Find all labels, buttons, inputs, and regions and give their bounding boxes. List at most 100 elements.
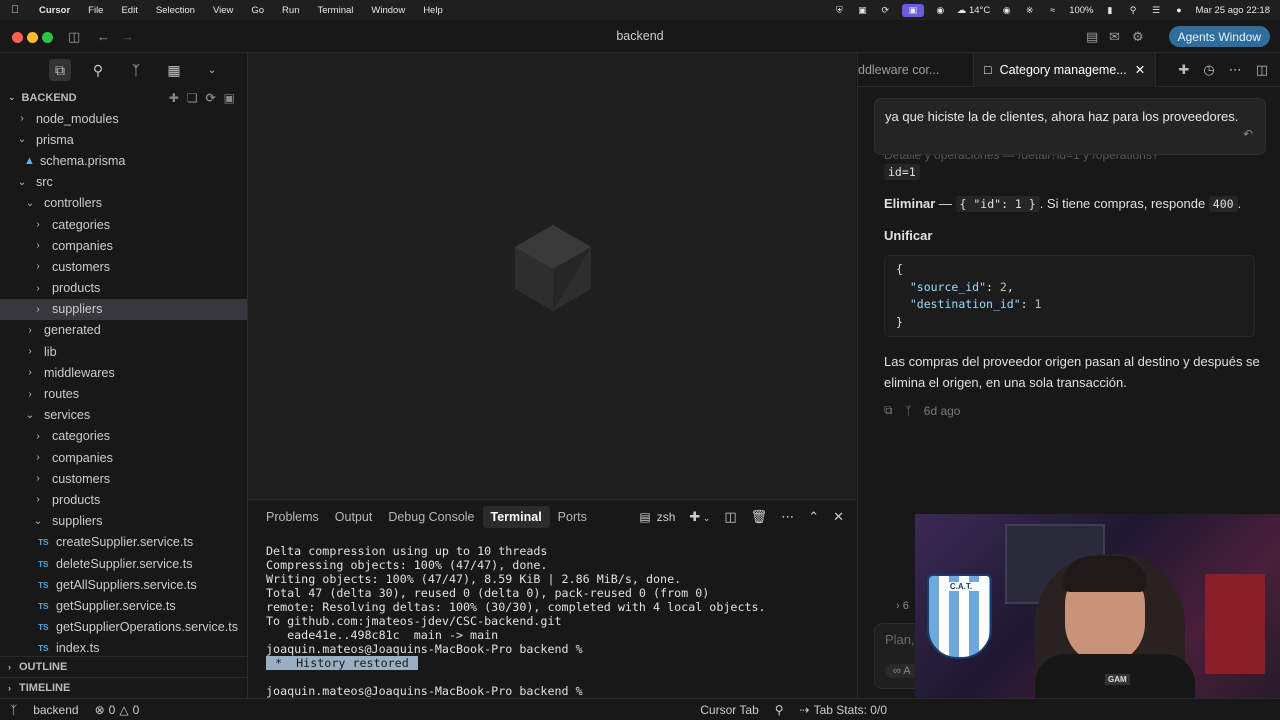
shield-status-icon[interactable]: ⛨ (833, 5, 846, 15)
history-icon[interactable]: ◷ (1203, 62, 1214, 78)
tree-folder-controllers-suppliers[interactable]: › suppliers (0, 298, 247, 320)
json-code-block[interactable]: { "source_id": 2, "destination_id": 1 } (884, 255, 1255, 337)
tree-folder-controllers-customers[interactable]: › customers (0, 256, 247, 277)
tree-folder-controllers[interactable]: ⌄ controllers (0, 193, 247, 214)
chevron-down-icon[interactable]: ⌄ (201, 59, 223, 81)
extensions-icon[interactable]: ▦ (163, 59, 185, 81)
tab-problems[interactable]: Problems (258, 506, 327, 528)
collapsed-changes-row[interactable]: › 6 (896, 600, 909, 612)
more-actions-icon[interactable]: ⋯ (781, 509, 794, 525)
menu-file[interactable]: File (79, 5, 112, 16)
sync-icon[interactable]: ⟳ (879, 5, 892, 15)
minimize-window-button[interactable] (27, 32, 38, 43)
screen-share-icon[interactable]: ▣ (856, 5, 869, 15)
menu-help[interactable]: Help (414, 5, 452, 16)
control-center-icon[interactable]: ☰ (1150, 5, 1163, 15)
tree-folder-services-categories[interactable]: › categories (0, 426, 247, 447)
tab-terminal[interactable]: Terminal (482, 506, 550, 528)
tree-folder-controllers-companies[interactable]: › companies (0, 235, 247, 256)
tree-file-get-supplier[interactable]: TS getSupplier.service.ts (0, 595, 247, 616)
recording-icon[interactable]: ▣ (901, 3, 924, 17)
remote-icon[interactable]: ᛉ (0, 703, 25, 717)
user-icon[interactable]: ● (1173, 5, 1186, 15)
close-panel-icon[interactable]: ✕ (833, 509, 844, 525)
chat-icon[interactable]: ✉ (1109, 29, 1120, 45)
tree-folder-src[interactable]: ⌄ src (0, 172, 247, 193)
explorer-files-icon[interactable]: ⧉ (49, 59, 71, 81)
new-folder-icon[interactable]: ❏ (187, 91, 198, 105)
spotlight-search-icon[interactable]: ⚲ (1127, 5, 1140, 15)
menu-view[interactable]: View (204, 5, 242, 16)
revert-icon[interactable]: ↶ (1243, 124, 1253, 145)
back-arrow-icon[interactable]: ← (97, 29, 110, 44)
terminal-output[interactable]: Delta compression using up to 10 threads… (248, 534, 856, 698)
tab-ports[interactable]: Ports (550, 506, 595, 528)
close-window-button[interactable] (12, 32, 23, 43)
forward-arrow-icon[interactable]: → (121, 29, 134, 44)
split-terminal-icon[interactable]: ◫ (724, 509, 736, 525)
tree-file-schema-prisma[interactable]: ▲ schema.prisma (0, 150, 247, 171)
tree-folder-middlewares[interactable]: › middlewares (0, 362, 247, 383)
toggle-sidebar-icon[interactable]: ◫ (68, 29, 80, 45)
layout-icon[interactable]: ▤ (1086, 29, 1098, 45)
tree-file-get-all-suppliers[interactable]: TS getAllSuppliers.service.ts (0, 574, 247, 595)
workspace-status[interactable]: backend (25, 703, 86, 717)
agents-window-button[interactable]: Agents Window (1168, 26, 1270, 47)
headphones-icon[interactable]: ◉ (934, 5, 947, 15)
tree-folder-generated[interactable]: › generated (0, 320, 247, 341)
refresh-icon[interactable]: ⟳ (206, 91, 216, 105)
new-file-icon[interactable]: ✚ (169, 91, 179, 105)
timeline-section-header[interactable]: › TIMELINE (0, 677, 247, 698)
settings-gear-icon[interactable]: ⚙ (1132, 29, 1144, 45)
menu-terminal[interactable]: Terminal (308, 5, 362, 16)
tree-folder-services-companies[interactable]: › companies (0, 447, 247, 468)
tree-folder-routes[interactable]: › routes (0, 383, 247, 404)
tab-debug-console[interactable]: Debug Console (380, 506, 482, 528)
weather-icon[interactable]: ☁ 14°C (957, 5, 990, 16)
bluetooth-icon[interactable]: ※ (1023, 5, 1036, 15)
maximize-window-button[interactable] (42, 32, 53, 43)
menu-selection[interactable]: Selection (147, 5, 204, 16)
tree-file-create-supplier[interactable]: TS createSupplier.service.ts (0, 532, 247, 553)
tree-folder-services[interactable]: ⌄ services (0, 405, 247, 426)
outline-section-header[interactable]: › OUTLINE (0, 656, 247, 677)
trash-icon[interactable]: 🗑 (751, 509, 768, 525)
chat-tab-middleware[interactable]: ddleware cor... (858, 53, 973, 87)
copy-icon[interactable]: ⧉ (884, 403, 893, 418)
tab-output[interactable]: Output (327, 506, 381, 528)
new-terminal-icon[interactable]: ✚ ⌄ (689, 509, 710, 525)
tree-file-delete-supplier[interactable]: TS deleteSupplier.service.ts (0, 553, 247, 574)
media-icon[interactable]: ◉ (1000, 5, 1013, 15)
user-message-bubble[interactable]: ya que hiciste la de clientes, ahora haz… (874, 98, 1266, 155)
maximize-panel-icon[interactable]: ⌃ (808, 509, 819, 525)
collapse-all-icon[interactable]: ▣ (224, 91, 235, 105)
tree-folder-node-modules[interactable]: › node_modules (0, 108, 247, 129)
source-control-icon[interactable]: ᛉ (125, 59, 147, 81)
tree-folder-lib[interactable]: › lib (0, 341, 247, 362)
menu-window[interactable]: Window (362, 5, 414, 16)
fork-icon[interactable]: ᛉ (905, 404, 912, 418)
tree-folder-services-suppliers[interactable]: ⌄ suppliers (0, 511, 247, 532)
menubar-clock[interactable]: Mar 25 ago 22:18 (1196, 5, 1270, 16)
new-chat-icon[interactable]: ✚ (1178, 62, 1189, 78)
menu-app[interactable]: Cursor (30, 5, 79, 16)
chat-tab-category-management[interactable]: □ Category manageme... ✕ (973, 52, 1157, 87)
toggle-panel-icon[interactable]: ◫ (1256, 62, 1268, 78)
terminal-shell-selector[interactable]: ▤ zsh (639, 510, 675, 524)
editor-area[interactable] (248, 53, 856, 499)
problems-status[interactable]: ⊗ 0 △ 0 (87, 703, 148, 717)
tree-file-get-supplier-operations[interactable]: TS getSupplierOperations.service.ts (0, 617, 247, 638)
zoom-search-icon[interactable]: ⚲ (767, 703, 792, 717)
battery-icon[interactable]: ▮ (1104, 5, 1117, 15)
tree-folder-controllers-categories[interactable]: › categories (0, 214, 247, 235)
apple-icon[interactable]:  (0, 4, 30, 16)
tree-folder-controllers-products[interactable]: › products (0, 278, 247, 299)
close-tab-icon[interactable]: ✕ (1135, 62, 1145, 77)
explorer-header[interactable]: ⌄ BACKEND ✚ ❏ ⟳ ▣ (0, 87, 247, 108)
more-actions-icon[interactable]: ⋯ (1229, 62, 1242, 78)
wifi-icon[interactable]: ≈ (1046, 5, 1059, 15)
cursor-tab-status[interactable]: Cursor Tab (692, 703, 766, 717)
menu-go[interactable]: Go (242, 5, 273, 16)
tab-stats[interactable]: ⇢ Tab Stats: 0/0 (792, 703, 895, 717)
search-icon[interactable]: ⚲ (87, 59, 109, 81)
